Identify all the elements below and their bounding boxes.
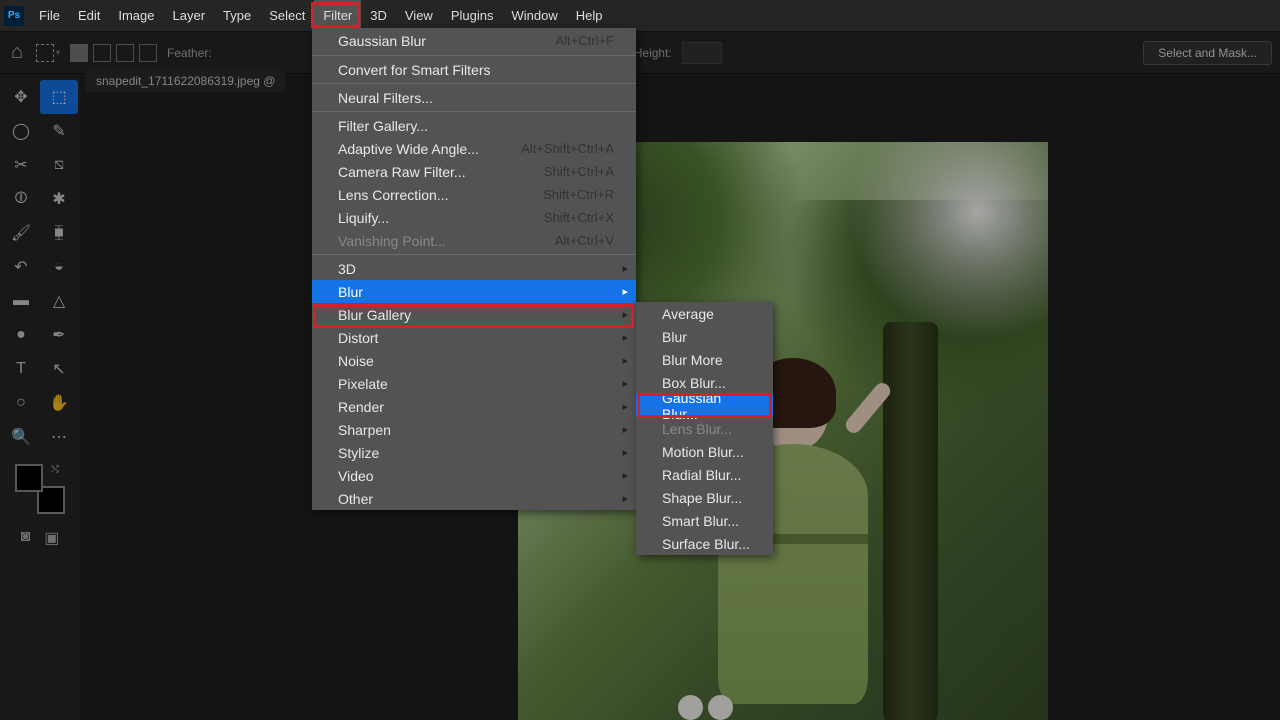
blur-item[interactable]: Blur [636, 325, 773, 348]
height-label: Height: [634, 46, 672, 60]
tool-frame[interactable]: ⧅ [40, 148, 78, 182]
menu-filter[interactable]: Filter [314, 0, 361, 31]
selection-mode-group [70, 44, 157, 62]
tool-path[interactable]: ↖ [40, 352, 78, 386]
filter-sub-other[interactable]: Other [312, 487, 636, 510]
filter-sub-blur-gallery[interactable]: Blur Gallery [312, 303, 636, 326]
tool-crop[interactable]: ✂ [2, 148, 40, 182]
tool-history[interactable]: ↶ [2, 250, 40, 284]
filter-last[interactable]: Gaussian BlurAlt+Ctrl+F [312, 28, 636, 53]
menu-help[interactable]: Help [567, 0, 612, 31]
toolbox: ✥⬚◯✎✂⧅⦷✱🖌⧯↶◒▬△●✒T↖○✋🔍⋯ ⤭ ◙ ▣ [0, 74, 80, 720]
document-tab[interactable]: snapedit_1711622086319.jpeg @ [86, 70, 285, 92]
filter-sub-render[interactable]: Render [312, 395, 636, 418]
chevron-down-icon[interactable]: ▾ [56, 48, 60, 57]
tool-move[interactable]: ✥ [2, 80, 40, 114]
selection-subtract[interactable] [116, 44, 134, 62]
tool-type[interactable]: T [2, 352, 40, 386]
filter-item: Vanishing Point...Alt+Ctrl+V [312, 229, 636, 252]
tool-preset-icon[interactable] [36, 44, 54, 62]
filter-sub-pixelate[interactable]: Pixelate [312, 372, 636, 395]
options-bar: ▾ Feather: Width: ⇄ Height: Select and M… [0, 32, 1280, 74]
tool-shape[interactable]: ○ [2, 386, 40, 420]
tool-eyedropper[interactable]: ⦷ [2, 182, 40, 216]
menu-select[interactable]: Select [260, 0, 314, 31]
menu-edit[interactable]: Edit [69, 0, 109, 31]
app-logo: Ps [4, 6, 24, 26]
tool-zoom[interactable]: 🔍 [2, 420, 40, 454]
filter-sub-video[interactable]: Video [312, 464, 636, 487]
blur-item[interactable]: Average [636, 302, 773, 325]
feather-label: Feather: [167, 46, 212, 60]
tool-stamp[interactable]: ⧯ [40, 216, 78, 250]
filter-sub-3d[interactable]: 3D [312, 257, 636, 280]
blur-item[interactable]: Motion Blur... [636, 440, 773, 463]
blur-item[interactable]: Shape Blur... [636, 486, 773, 509]
menu-file[interactable]: File [30, 0, 69, 31]
menu-type[interactable]: Type [214, 0, 260, 31]
menu-image[interactable]: Image [109, 0, 163, 31]
selection-add[interactable] [93, 44, 111, 62]
select-and-mask-button[interactable]: Select and Mask... [1143, 41, 1272, 65]
tool-brush[interactable]: 🖌 [2, 216, 40, 250]
filter-sub-stylize[interactable]: Stylize [312, 441, 636, 464]
blur-submenu: AverageBlurBlur MoreBox Blur...Gaussian … [636, 302, 773, 555]
tool-blur-tool[interactable]: △ [40, 284, 78, 318]
filter-item[interactable]: Lens Correction...Shift+Ctrl+R [312, 183, 636, 206]
tool-hand[interactable]: ✋ [40, 386, 78, 420]
tool-lasso[interactable]: ◯ [2, 114, 40, 148]
swap-colors-icon[interactable]: ⤭ [51, 464, 59, 475]
home-icon[interactable] [8, 44, 26, 62]
filter-item[interactable]: Liquify...Shift+Ctrl+X [312, 206, 636, 229]
foreground-swatch[interactable] [15, 464, 43, 492]
tool-healing[interactable]: ✱ [40, 182, 78, 216]
tool-more[interactable]: ⋯ [40, 420, 78, 454]
menu-3d[interactable]: 3D [361, 0, 396, 31]
tool-quick-select[interactable]: ✎ [40, 114, 78, 148]
blur-item: Lens Blur... [636, 417, 773, 440]
tool-dodge[interactable]: ● [2, 318, 40, 352]
filter-item[interactable]: Camera Raw Filter...Shift+Ctrl+A [312, 160, 636, 183]
selection-new[interactable] [70, 44, 88, 62]
screen-mode-icon[interactable]: ▣ [44, 528, 59, 548]
filter-item[interactable]: Adaptive Wide Angle...Alt+Shift+Ctrl+A [312, 137, 636, 160]
filter-convert-smart[interactable]: Convert for Smart Filters [312, 58, 636, 81]
blur-item[interactable]: Radial Blur... [636, 463, 773, 486]
quick-mask-icon[interactable]: ◙ [21, 528, 31, 548]
tool-gradient[interactable]: ▬ [2, 284, 40, 318]
filter-sub-distort[interactable]: Distort [312, 326, 636, 349]
filter-sub-noise[interactable]: Noise [312, 349, 636, 372]
menu-view[interactable]: View [396, 0, 442, 31]
filter-sub-blur[interactable]: Blur [312, 280, 636, 303]
filter-item[interactable]: Filter Gallery... [312, 114, 636, 137]
blur-item[interactable]: Smart Blur... [636, 509, 773, 532]
menubar: Ps File Edit Image Layer Type Select Fil… [0, 0, 1280, 32]
menu-plugins[interactable]: Plugins [442, 0, 503, 31]
tool-marquee[interactable]: ⬚ [40, 80, 78, 114]
filter-dropdown: Gaussian BlurAlt+Ctrl+F Convert for Smar… [312, 28, 636, 510]
tool-pen[interactable]: ✒ [40, 318, 78, 352]
tool-eraser[interactable]: ◒ [40, 250, 78, 284]
filter-neural[interactable]: Neural Filters... [312, 86, 636, 109]
menu-layer[interactable]: Layer [164, 0, 215, 31]
blur-item[interactable]: Gaussian Blur... [636, 394, 773, 417]
menu-window[interactable]: Window [502, 0, 566, 31]
blur-item[interactable]: Surface Blur... [636, 532, 773, 555]
blur-item[interactable]: Blur More [636, 348, 773, 371]
height-field[interactable] [682, 42, 722, 64]
selection-intersect[interactable] [139, 44, 157, 62]
color-swatches[interactable]: ⤭ [15, 464, 65, 514]
filter-sub-sharpen[interactable]: Sharpen [312, 418, 636, 441]
